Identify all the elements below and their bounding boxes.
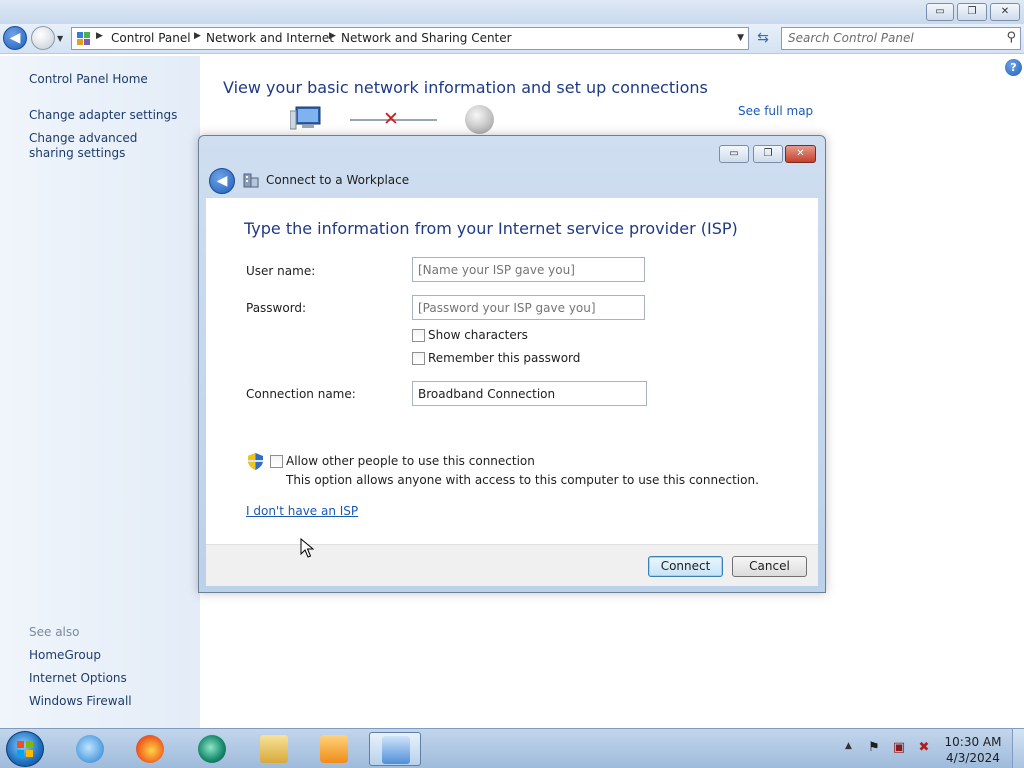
dialog-body: Type the information from your Internet … — [206, 198, 818, 544]
show-desktop-button[interactable] — [1012, 729, 1024, 768]
dialog-minimize-button[interactable]: ▭ — [719, 145, 749, 163]
media-player-taskbar-icon[interactable] — [314, 732, 354, 766]
firefox-taskbar-icon[interactable] — [130, 732, 170, 766]
dialog-back-button[interactable]: ◀ — [209, 168, 235, 194]
dialog-heading: Type the information from your Internet … — [244, 219, 738, 238]
system-clock[interactable]: 10:30 AM 4/3/2024 — [940, 734, 1006, 766]
control-panel-icon — [382, 736, 410, 764]
dialog-maximize-button[interactable]: ❐ — [753, 145, 783, 163]
username-field[interactable] — [412, 257, 645, 282]
internet-explorer-taskbar-icon[interactable] — [70, 732, 110, 766]
control-panel-icon — [77, 32, 90, 45]
app-icon — [198, 735, 226, 763]
uac-shield-icon — [248, 453, 263, 470]
windows-firewall-link[interactable]: Windows Firewall — [29, 694, 132, 709]
task-pane: Control Panel Home Change adapter settin… — [0, 56, 200, 728]
change-adapter-settings-link[interactable]: Change adapter settings — [29, 108, 177, 123]
windows-logo-icon — [17, 741, 33, 757]
remember-password-checkbox[interactable] — [412, 352, 425, 365]
password-field[interactable] — [412, 295, 645, 320]
breadcrumb-arrow-icon[interactable]: ▶ — [194, 31, 201, 41]
window-titlebar: ▭ ❐ ✕ — [0, 0, 1024, 24]
show-characters-checkbox[interactable] — [412, 329, 425, 342]
see-full-map-link[interactable]: See full map — [738, 104, 813, 118]
back-button[interactable]: ◀ — [3, 26, 27, 50]
clock-time: 10:30 AM — [944, 735, 1002, 749]
search-input[interactable] — [788, 31, 998, 45]
show-hidden-icons-icon[interactable]: ▲ — [845, 741, 852, 751]
forward-button[interactable] — [31, 26, 55, 50]
page-title: View your basic network information and … — [223, 78, 708, 97]
connection-name-field[interactable] — [412, 381, 647, 406]
ie-icon — [76, 735, 104, 763]
homegroup-link[interactable]: HomeGroup — [29, 648, 101, 663]
show-characters-label[interactable]: Show characters — [428, 328, 528, 342]
refresh-icon[interactable]: ⇆ — [752, 29, 774, 49]
navigation-bar: ◀ ▼ ▶ Control Panel ▶ Network and Intern… — [0, 24, 1024, 54]
computer-icon — [290, 106, 321, 130]
remember-password-label[interactable]: Remember this password — [428, 351, 580, 365]
search-icon[interactable]: ⚲ — [1006, 30, 1016, 45]
change-advanced-sharing-settings-link[interactable]: Change advanced sharing settings — [29, 131, 179, 161]
action-center-flag-icon[interactable]: ⚑ — [866, 740, 882, 756]
windows-explorer-taskbar-icon[interactable] — [254, 732, 294, 766]
close-button[interactable]: ✕ — [990, 3, 1020, 21]
disconnected-x-icon: ✕ — [383, 108, 399, 130]
cancel-button[interactable]: Cancel — [732, 556, 807, 577]
firefox-icon — [136, 735, 164, 763]
breadcrumb-arrow-icon[interactable]: ▶ — [329, 31, 336, 41]
recent-pages-dropdown-icon[interactable]: ▼ — [57, 34, 63, 43]
allow-others-label[interactable]: Allow other people to use this connectio… — [286, 454, 535, 468]
no-isp-link[interactable]: I don't have an ISP — [246, 504, 358, 518]
control-panel-home-link[interactable]: Control Panel Home — [29, 72, 148, 87]
dialog-title: Connect to a Workplace — [266, 173, 410, 187]
dialog-footer: Connect Cancel — [206, 544, 818, 586]
internet-globe-icon — [465, 105, 494, 134]
app-taskbar-icon[interactable] — [192, 732, 232, 766]
allow-others-description: This option allows anyone with access to… — [286, 473, 759, 487]
internet-options-link[interactable]: Internet Options — [29, 671, 127, 686]
start-button[interactable] — [6, 731, 44, 767]
search-box[interactable]: ⚲ — [781, 27, 1021, 50]
address-bar[interactable]: ▶ Control Panel ▶ Network and Internet ▶… — [71, 27, 749, 50]
taskbar: ▲ ⚑ ▣ ✖ 10:30 AM 4/3/2024 — [0, 728, 1024, 768]
clock-date: 4/3/2024 — [946, 751, 1000, 765]
username-label: User name: — [246, 264, 316, 278]
mouse-cursor-icon — [300, 538, 314, 558]
dialog-close-button[interactable]: ✕ — [785, 145, 816, 163]
network-disconnected-icon[interactable]: ▣ — [891, 740, 907, 756]
address-dropdown-icon[interactable]: ▼ — [737, 33, 744, 43]
password-label: Password: — [246, 301, 307, 315]
control-panel-taskbar-icon[interactable] — [369, 732, 421, 766]
minimize-button[interactable]: ▭ — [926, 3, 954, 21]
media-player-icon — [320, 735, 348, 763]
restore-button[interactable]: ❐ — [957, 3, 987, 21]
volume-muted-icon[interactable]: ✖ — [916, 740, 932, 756]
connect-button[interactable]: Connect — [648, 556, 723, 577]
breadcrumb-network-and-internet[interactable]: Network and Internet — [206, 31, 334, 45]
allow-others-checkbox[interactable] — [270, 455, 283, 468]
see-also-header: See also — [29, 625, 80, 639]
folder-icon — [260, 735, 288, 763]
help-icon[interactable]: ? — [1005, 59, 1022, 76]
breadcrumb-network-and-sharing-center[interactable]: Network and Sharing Center — [341, 31, 512, 45]
breadcrumb-arrow-icon[interactable]: ▶ — [96, 31, 103, 41]
connect-to-workplace-dialog: ▭ ❐ ✕ ◀ Connect to a Workplace Type the … — [198, 135, 826, 593]
workplace-icon — [243, 173, 259, 188]
connection-name-label: Connection name: — [246, 387, 356, 401]
breadcrumb-control-panel[interactable]: Control Panel — [111, 31, 191, 45]
